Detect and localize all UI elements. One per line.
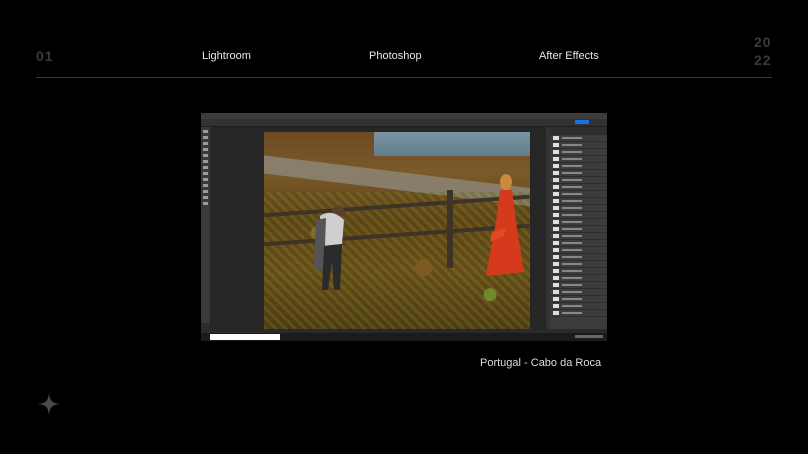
year-top: 20 bbox=[754, 34, 772, 50]
nav-lightroom[interactable]: Lightroom bbox=[202, 50, 251, 62]
taskbar-search bbox=[210, 334, 280, 340]
person-red-dress bbox=[486, 174, 524, 276]
person-bending bbox=[314, 205, 344, 290]
ps-layers-panel bbox=[550, 127, 607, 329]
beach-photo bbox=[264, 132, 530, 329]
photoshop-screenshot bbox=[201, 113, 607, 341]
nav-after-effects[interactable]: After Effects bbox=[539, 50, 599, 62]
year-bottom: 22 bbox=[754, 52, 772, 68]
photo-caption: Portugal - Cabo da Roca bbox=[480, 357, 602, 369]
header-divider bbox=[36, 77, 772, 78]
ps-toolbar bbox=[201, 127, 210, 323]
ps-options-bar bbox=[201, 119, 607, 127]
nav-photoshop[interactable]: Photoshop bbox=[369, 50, 422, 62]
windows-taskbar bbox=[201, 333, 607, 341]
taskbar-apps bbox=[287, 335, 368, 341]
photo-sea bbox=[374, 132, 530, 156]
year-label: 20 22 bbox=[754, 33, 772, 69]
fence-post bbox=[447, 190, 453, 268]
section-number: 01 bbox=[36, 48, 54, 64]
taskbar-clock bbox=[575, 335, 603, 338]
ps-share-button bbox=[575, 120, 589, 124]
sparkle-icon bbox=[38, 393, 60, 415]
